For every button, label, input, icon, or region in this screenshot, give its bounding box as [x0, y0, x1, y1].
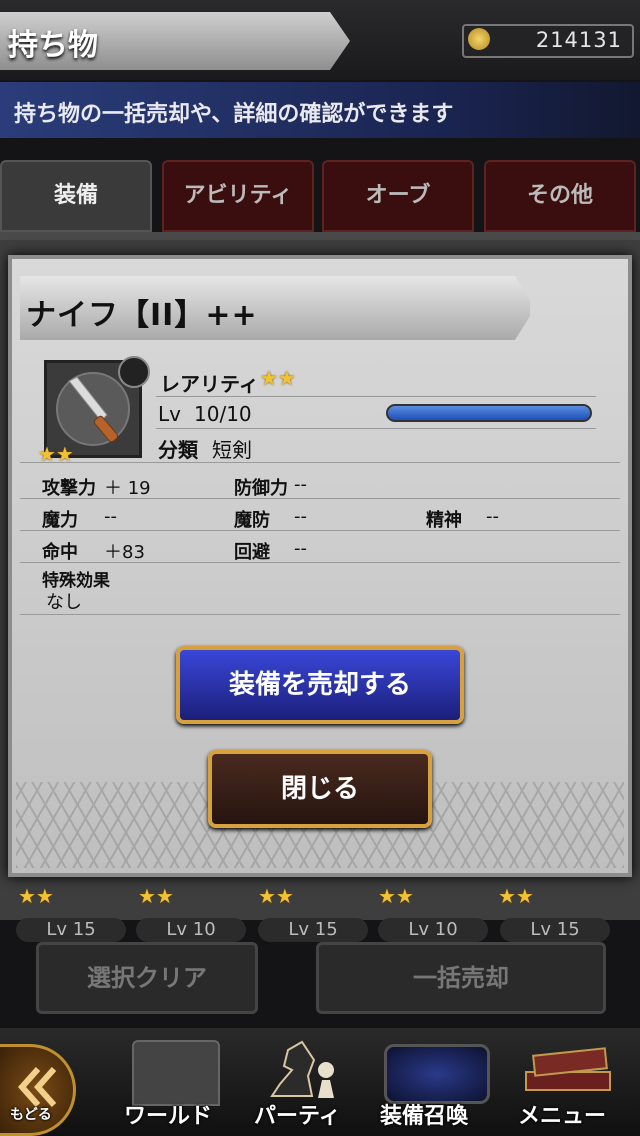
nav-world[interactable]: ワールド: [124, 1098, 212, 1130]
divider: [20, 530, 620, 531]
subtitle-text: 持ち物の一括売却や、詳細の確認ができます: [14, 102, 454, 127]
nav-summon[interactable]: 装備召喚: [380, 1098, 468, 1130]
divider: [156, 428, 596, 429]
special-effect-value: なし: [46, 592, 82, 613]
defense-label: 防御力: [234, 478, 288, 499]
list-item-level: Lv 10: [136, 918, 246, 942]
rarity-stars: ★★: [498, 884, 534, 908]
item-name: ナイフ【II】++: [26, 298, 258, 333]
divider: [20, 462, 620, 463]
spirit-label: 精神: [426, 510, 462, 531]
mdefense-value: --: [294, 506, 307, 527]
tab-other[interactable]: その他: [484, 160, 636, 232]
evasion-label: 回避: [234, 542, 270, 563]
divider: [20, 562, 620, 563]
world-icon[interactable]: [132, 1040, 220, 1106]
clear-selection-button[interactable]: 選択クリア: [36, 942, 258, 1014]
spirit-value: --: [486, 506, 499, 527]
menu-books-icon: [525, 1047, 611, 1091]
level-prefix: Lv: [158, 402, 181, 426]
divider: [156, 396, 596, 397]
list-item-level: Lv 15: [500, 918, 610, 942]
item-level: 10/10: [194, 402, 252, 426]
chess-pieces-icon[interactable]: [262, 1036, 342, 1102]
tab-orb[interactable]: オーブ: [322, 160, 474, 232]
rarity-stars: ★★: [18, 884, 54, 908]
divider: [20, 498, 620, 499]
close-button[interactable]: 閉じる: [208, 750, 432, 828]
rarity-stars: ★★: [138, 884, 174, 908]
accuracy-value: ＋83: [104, 542, 145, 563]
back-label: もどる: [10, 1107, 52, 1123]
list-item-level: Lv 15: [258, 918, 368, 942]
books-icon[interactable]: [520, 1042, 616, 1104]
evasion-value: --: [294, 538, 307, 559]
attack-label: 攻撃力: [42, 478, 96, 499]
gil-amount: 214131: [535, 28, 622, 52]
gil-coin-icon: [468, 28, 490, 50]
bulk-sell-button[interactable]: 一括売却: [316, 942, 606, 1014]
nav-party[interactable]: パーティ: [254, 1098, 341, 1130]
attack-value: ＋ 19: [104, 478, 151, 499]
list-item-level: Lv 15: [16, 918, 126, 942]
tab-ability[interactable]: アビリティ: [162, 160, 314, 232]
defense-value: --: [294, 474, 307, 495]
knight-icon: [270, 1040, 334, 1098]
rarity-stars: ★★: [258, 884, 294, 908]
rarity-label: レアリティ: [160, 372, 259, 396]
level-progress-bar: [386, 404, 592, 422]
magic-value: --: [104, 506, 117, 527]
mdefense-label: 魔防: [234, 510, 270, 531]
category-label: 分類: [158, 438, 198, 462]
magic-label: 魔力: [42, 510, 78, 531]
tab-divider: [0, 232, 640, 240]
page-title: 持ち物: [8, 28, 98, 63]
accuracy-label: 命中: [42, 542, 78, 563]
tab-equipment[interactable]: 装備: [0, 160, 152, 232]
divider: [20, 614, 620, 615]
rarity-stars: ★★: [378, 884, 414, 908]
list-item-level: Lv 10: [378, 918, 488, 942]
weapon-type-badge-icon: [118, 356, 150, 388]
nav-menu[interactable]: メニュー: [518, 1098, 606, 1130]
sell-equipment-button[interactable]: 装備を売却する: [176, 646, 464, 724]
summon-gate-icon[interactable]: [384, 1044, 490, 1104]
rarity-stars: ★★: [260, 366, 296, 390]
category-value: 短剣: [212, 438, 252, 462]
